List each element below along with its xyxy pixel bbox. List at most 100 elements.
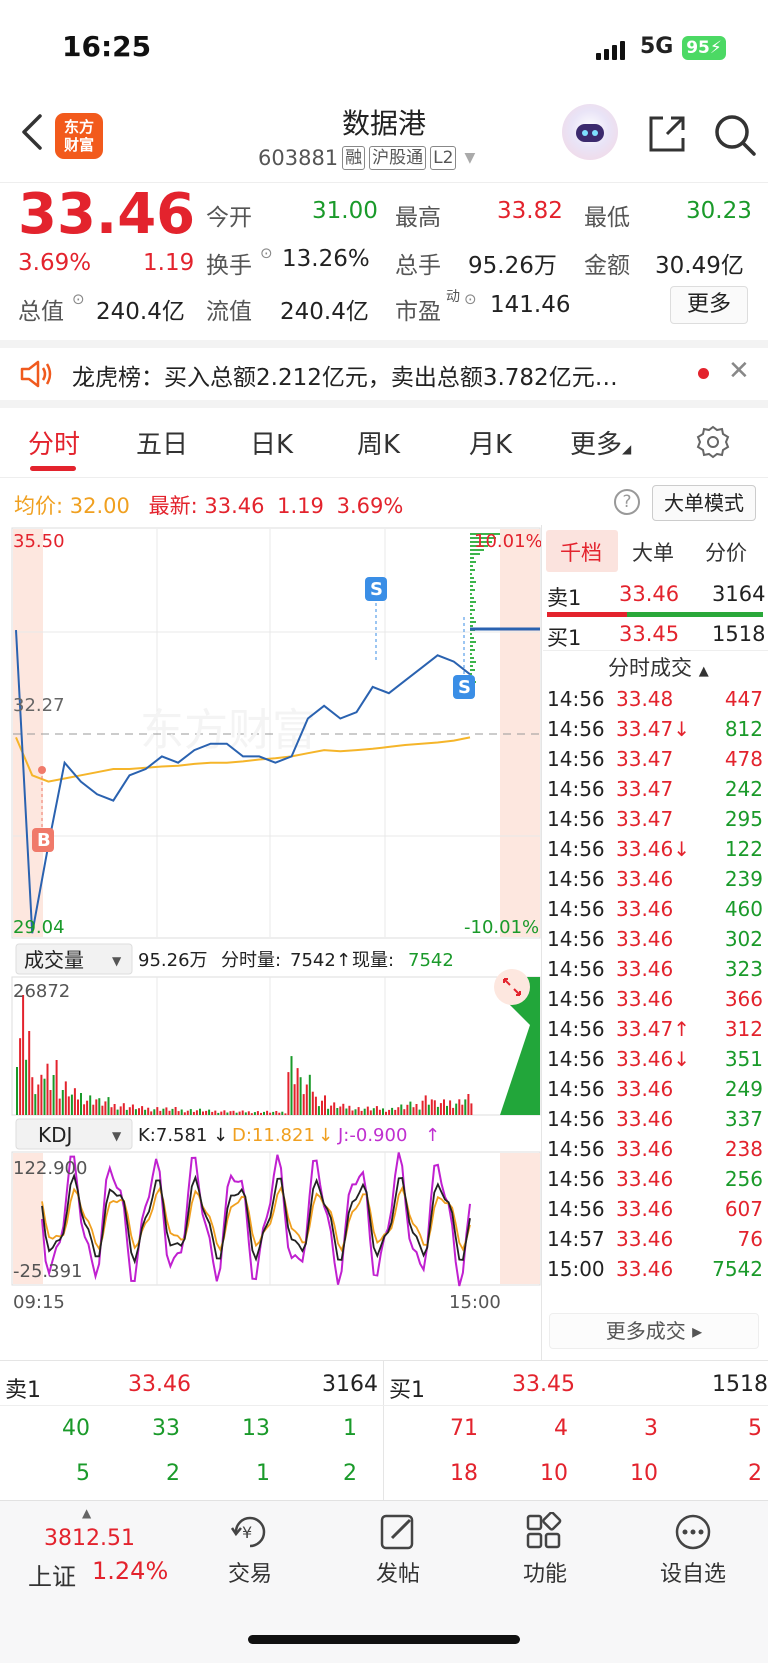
gear-icon[interactable] — [695, 424, 731, 460]
tab-monthly-k[interactable]: 月K — [469, 424, 512, 461]
last-label: 最新: — [148, 494, 198, 518]
trade-price: 33.47↓ — [616, 717, 691, 741]
volume-bar — [205, 1110, 208, 1115]
expand-up-icon[interactable]: ▲ — [82, 1506, 91, 1520]
minute-vol: 7542 — [290, 950, 336, 971]
volume-bar — [345, 1108, 348, 1115]
trade-volume: 122 — [724, 837, 763, 861]
panel-buy1-label: 买1 — [547, 626, 582, 650]
panel-tab-price-dist[interactable]: 分价 — [705, 537, 747, 567]
depth-bar — [470, 641, 476, 643]
trade-price: 33.46 — [616, 1077, 674, 1101]
depth-bar — [470, 661, 476, 663]
volume-bar — [107, 1097, 110, 1115]
volume-bar — [110, 1107, 113, 1115]
tab-weekly-k[interactable]: 周K — [357, 424, 400, 461]
info-dots-icon[interactable]: ⊙ — [464, 290, 477, 308]
stock-code-row[interactable]: 603881 融 沪股通 L2 ▼ — [258, 146, 475, 170]
volume-bar — [128, 1107, 131, 1115]
trade-time: 14:57 — [547, 1227, 605, 1251]
expand-icon[interactable] — [494, 969, 530, 1005]
tab-more[interactable]: 更多◢ — [570, 424, 631, 461]
trade-time: 15:00 — [547, 1257, 605, 1281]
trade-price: 33.47 — [616, 777, 674, 801]
trade-time: 14:56 — [547, 1047, 605, 1071]
open-label: 今开 — [206, 205, 252, 231]
post-button[interactable]: 发帖 — [348, 1512, 448, 1588]
more-trades-button[interactable]: 更多成交 ▸ — [549, 1313, 759, 1349]
volume-bar — [138, 1108, 140, 1115]
x-start-label: 09:15 — [13, 1292, 65, 1313]
trade-volume: 76 — [737, 1227, 763, 1251]
depth-bar — [470, 637, 474, 639]
share-icon[interactable] — [645, 112, 689, 156]
edit-icon — [380, 1514, 414, 1550]
panel-tab-big-order[interactable]: 大单 — [632, 537, 674, 567]
volume-bar — [153, 1109, 156, 1115]
volume-bar — [360, 1110, 363, 1115]
trade-time: 14:56 — [547, 1017, 605, 1041]
volume-bar — [101, 1105, 104, 1115]
volume-bar — [317, 1106, 320, 1115]
volume-bar — [354, 1109, 357, 1115]
trade-price: 33.46↓ — [616, 1047, 691, 1071]
minute-vol-label: 分时量: — [221, 950, 281, 971]
index-value[interactable]: 3812.51 — [44, 1526, 135, 1551]
pe-dynamic-mark: 动 — [446, 289, 460, 305]
book-cell: 2 — [343, 1461, 357, 1486]
tab-intraday[interactable]: 分时 — [28, 424, 80, 461]
mcap-value: 240.4亿 — [96, 299, 185, 325]
volume-bar — [302, 1094, 305, 1115]
svg-text:↑: ↑ — [425, 1125, 440, 1146]
pe-value: 141.46 — [490, 292, 571, 318]
depth-bar — [470, 589, 475, 591]
close-icon[interactable]: ✕ — [728, 356, 750, 386]
search-icon[interactable] — [712, 112, 758, 158]
trade-button[interactable]: ¥ 交易 — [200, 1512, 300, 1588]
big-order-mode-button[interactable]: 大单模式 — [652, 485, 756, 521]
more-quote-button[interactable]: 更多 — [670, 286, 748, 324]
volume-bar — [284, 1113, 287, 1115]
turnover-value: 13.26% — [282, 246, 370, 272]
trade-volume: 238 — [724, 1137, 763, 1161]
trade-time: 14:56 — [547, 897, 605, 921]
trade-time: 14:56 — [547, 837, 605, 861]
book-cell: 10 — [630, 1461, 658, 1486]
tab-daily-k[interactable]: 日K — [250, 424, 293, 461]
volume-bar — [223, 1110, 226, 1115]
high-label: 最高 — [395, 205, 441, 231]
trade-price: 33.46 — [616, 987, 674, 1011]
depth-bar — [470, 669, 475, 671]
volume-bar — [263, 1111, 265, 1115]
help-icon[interactable]: ? — [614, 489, 640, 515]
trade-price: 33.46 — [616, 957, 674, 981]
volume-bar — [232, 1110, 235, 1115]
volume-bar — [314, 1096, 317, 1115]
volume-bar — [98, 1098, 101, 1115]
trade-time: 14:56 — [547, 1137, 605, 1161]
functions-button[interactable]: 功能 — [495, 1512, 595, 1588]
ai-assistant-icon[interactable] — [562, 104, 618, 160]
depth-bar — [470, 609, 475, 611]
volume-bar — [238, 1111, 241, 1115]
depth-bar — [470, 581, 476, 583]
info-dots-icon[interactable]: ⊙ — [260, 244, 273, 262]
trade-volume: 460 — [724, 897, 763, 921]
battery-level: 95 — [686, 38, 710, 58]
now-vol-label: 现量: — [352, 950, 394, 971]
trades-title[interactable]: 分时成交 ▲ — [608, 652, 709, 682]
volume-bar — [125, 1109, 128, 1115]
add-watchlist-button[interactable]: 设自选 — [643, 1512, 743, 1588]
volume-bar — [443, 1099, 445, 1115]
tab-five-day[interactable]: 五日 — [136, 424, 188, 461]
volume-bar — [394, 1109, 397, 1115]
trade-row: 14:56 33.47↓ 812 — [547, 717, 763, 747]
trade-time: 14:56 — [547, 777, 605, 801]
info-dots-icon[interactable]: ⊙ — [72, 290, 85, 308]
volume-bar — [348, 1105, 351, 1115]
depth-bar — [470, 569, 475, 571]
volume-bar — [147, 1107, 150, 1115]
intraday-chart[interactable]: 东方财富 S S B 35.50 32.27 29.04 10.01% -10.… — [0, 525, 543, 1365]
panel-tab-depth[interactable]: 千档 — [560, 537, 602, 567]
trade-time: 14:56 — [547, 747, 605, 771]
